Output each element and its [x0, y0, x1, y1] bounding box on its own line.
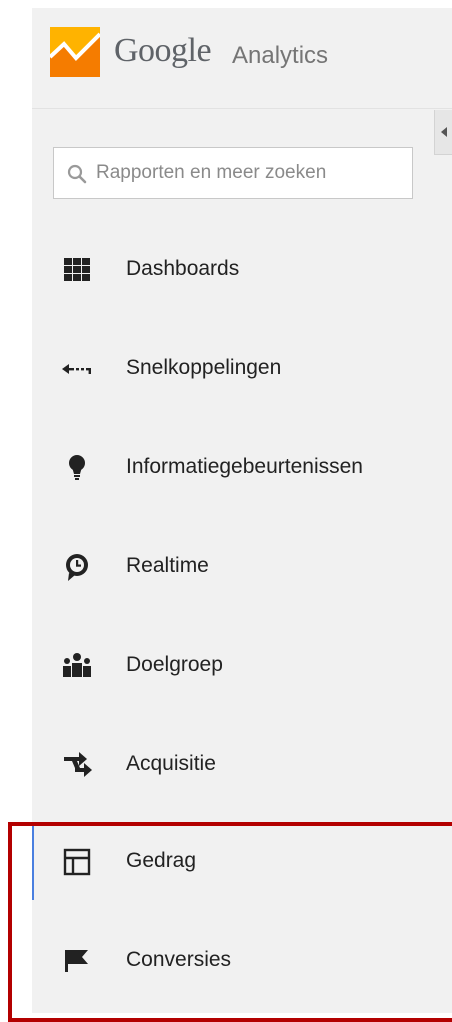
- nav-item-doelgroep[interactable]: Doelgroep: [32, 631, 452, 701]
- logo-analytics-text: Analytics: [232, 42, 329, 69]
- nav-label-acquisitie: Acquisitie: [126, 752, 216, 775]
- logo-header: Google Analytics: [32, 8, 452, 109]
- nav-item-informatiegebeurtenissen[interactable]: Informatiegebeurtenissen: [32, 433, 452, 503]
- nav-label-realtime: Realtime: [126, 554, 209, 577]
- shortcut-arrow-icon: [62, 364, 91, 374]
- lightbulb-icon: [69, 455, 85, 480]
- nav-item-snelkoppelingen[interactable]: Snelkoppelingen: [32, 334, 452, 404]
- nav-label-gedrag: Gedrag: [126, 849, 197, 872]
- nav-label-dashboards: Dashboards: [126, 257, 240, 280]
- clock-icon: [66, 554, 88, 581]
- caret-left-icon: [441, 127, 447, 137]
- nav-item-gedrag[interactable]: Gedrag: [32, 827, 452, 897]
- layout-icon: [63, 848, 91, 876]
- search-input[interactable]: [96, 148, 406, 198]
- search-icon: [67, 164, 87, 184]
- grid-icon: [64, 258, 90, 281]
- arrows-icon: [64, 752, 92, 777]
- logo-google-text: Google: [114, 32, 212, 69]
- nav-label-snelkoppelingen: Snelkoppelingen: [126, 356, 282, 379]
- nav-label-informatiegebeurtenissen: Informatiegebeurtenissen: [126, 455, 363, 478]
- nav-item-realtime[interactable]: Realtime: [32, 532, 452, 602]
- search-box[interactable]: [53, 147, 413, 199]
- nav-label-conversies: Conversies: [126, 948, 232, 971]
- nav-item-dashboards[interactable]: Dashboards: [32, 235, 452, 305]
- flag-icon: [65, 950, 88, 972]
- google-analytics-logo-icon: [50, 27, 100, 77]
- collapse-sidebar-button[interactable]: [434, 110, 452, 155]
- people-icon: [63, 653, 91, 677]
- nav-item-conversies[interactable]: Conversies: [32, 926, 452, 996]
- nav-label-doelgroep: Doelgroep: [126, 653, 223, 676]
- sidebar: Google Analytics Dashboards: [32, 8, 452, 1013]
- nav-item-acquisitie[interactable]: Acquisitie: [32, 730, 452, 800]
